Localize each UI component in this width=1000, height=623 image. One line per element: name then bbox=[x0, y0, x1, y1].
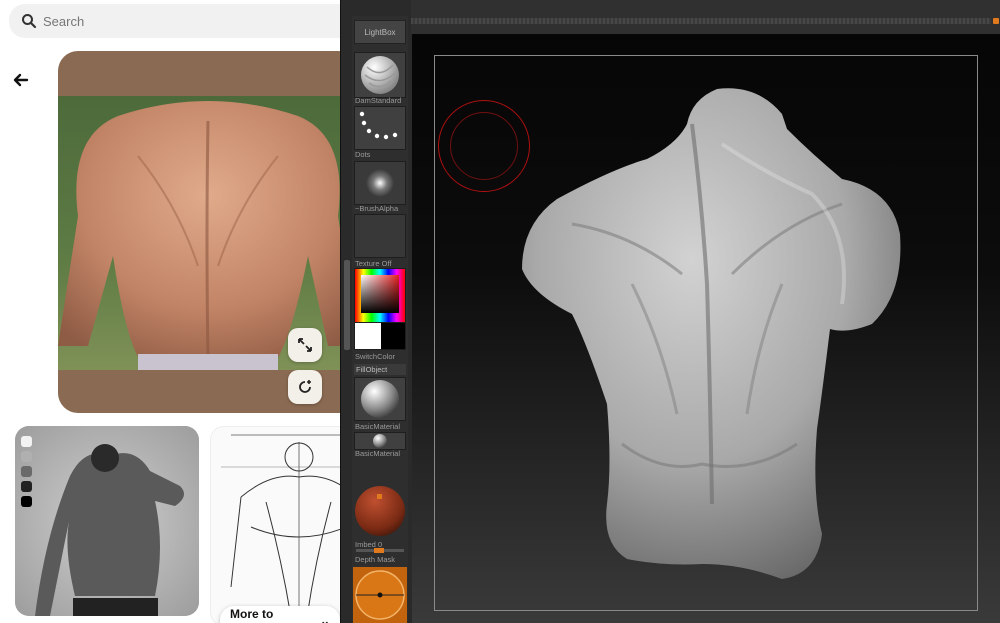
color-picker[interactable] bbox=[354, 268, 406, 324]
material-label-2: BasicMaterial bbox=[355, 449, 401, 458]
chevron-down-icon: ⌄ bbox=[319, 614, 330, 623]
texture-selector[interactable] bbox=[354, 214, 406, 258]
orange-indicator bbox=[993, 18, 999, 24]
zbrush-window: LightBox DamStandard Dots ~BrushAlpha Te… bbox=[340, 0, 1000, 623]
canvas-viewport[interactable] bbox=[412, 34, 1000, 623]
related-pin-1[interactable] bbox=[15, 426, 199, 616]
stroke-label: Dots bbox=[355, 150, 371, 159]
basic-material-sphere-icon bbox=[361, 380, 399, 418]
imbed-slider-thumb[interactable] bbox=[374, 548, 384, 553]
texture-label: Texture Off bbox=[355, 259, 392, 268]
color-swatches bbox=[21, 436, 32, 507]
imbed-slider[interactable] bbox=[356, 548, 404, 553]
brush-cursor-inner bbox=[450, 112, 518, 180]
search-input[interactable]: Search bbox=[9, 4, 340, 38]
imbed-label-text: Imbed bbox=[355, 540, 376, 549]
left-tray: LightBox DamStandard Dots ~BrushAlpha Te… bbox=[352, 16, 408, 623]
visual-search-button[interactable] bbox=[288, 370, 322, 404]
tray-collapse-handle[interactable] bbox=[344, 260, 350, 350]
more-to-explore-label: More to explore bbox=[230, 607, 274, 623]
material-label: BasicMaterial bbox=[355, 422, 401, 431]
color-saturation-square[interactable] bbox=[361, 275, 399, 313]
top-toolbar bbox=[411, 0, 1000, 34]
dots-stroke-icon bbox=[359, 111, 398, 140]
main-color-swatch[interactable] bbox=[355, 323, 381, 349]
alpha-selector[interactable] bbox=[354, 161, 406, 205]
secondary-material-selector[interactable] bbox=[354, 432, 406, 450]
related-pin-1-image bbox=[15, 426, 199, 616]
swatch bbox=[21, 466, 32, 477]
search-icon bbox=[22, 14, 37, 29]
depth-sphere-icon[interactable] bbox=[353, 484, 407, 538]
browser-panel: Search More to ⌄ bbox=[0, 0, 340, 623]
stroke-selector[interactable] bbox=[354, 106, 406, 150]
material-selector[interactable] bbox=[354, 377, 406, 421]
expand-icon bbox=[298, 338, 312, 352]
pin-closeup[interactable] bbox=[58, 51, 340, 413]
search-placeholder: Search bbox=[43, 13, 85, 29]
small-material-sphere-icon bbox=[373, 434, 387, 448]
arrow-left-icon[interactable] bbox=[11, 70, 31, 90]
fill-object-button[interactable]: FillObject bbox=[354, 364, 406, 375]
depth-mask-label: Depth Mask bbox=[355, 555, 396, 564]
brush-label: DamStandard bbox=[355, 96, 402, 105]
damstandard-brush-icon bbox=[361, 56, 399, 94]
brush-selector[interactable] bbox=[354, 52, 406, 98]
swatch bbox=[21, 436, 32, 447]
swatch bbox=[21, 481, 32, 492]
swatch bbox=[21, 451, 32, 462]
lightbox-button[interactable]: LightBox bbox=[354, 20, 406, 44]
expand-button[interactable] bbox=[288, 328, 322, 362]
sculpted-torso-model bbox=[522, 88, 901, 580]
depth-mask-icon[interactable] bbox=[353, 567, 407, 623]
main-secondary-colors[interactable] bbox=[354, 322, 406, 350]
more-to-explore-button[interactable]: More to explore ⌄ bbox=[220, 606, 340, 623]
swatch bbox=[21, 496, 32, 507]
related-pin-2[interactable] bbox=[210, 426, 340, 623]
top-shelf-ruler bbox=[411, 18, 991, 24]
alpha-label: ~BrushAlpha bbox=[355, 204, 399, 213]
visual-search-icon bbox=[299, 380, 311, 393]
switch-color-button[interactable]: SwitchColor bbox=[355, 352, 409, 361]
related-pin-2-drawing bbox=[221, 434, 340, 623]
brush-alpha-icon bbox=[366, 169, 394, 197]
